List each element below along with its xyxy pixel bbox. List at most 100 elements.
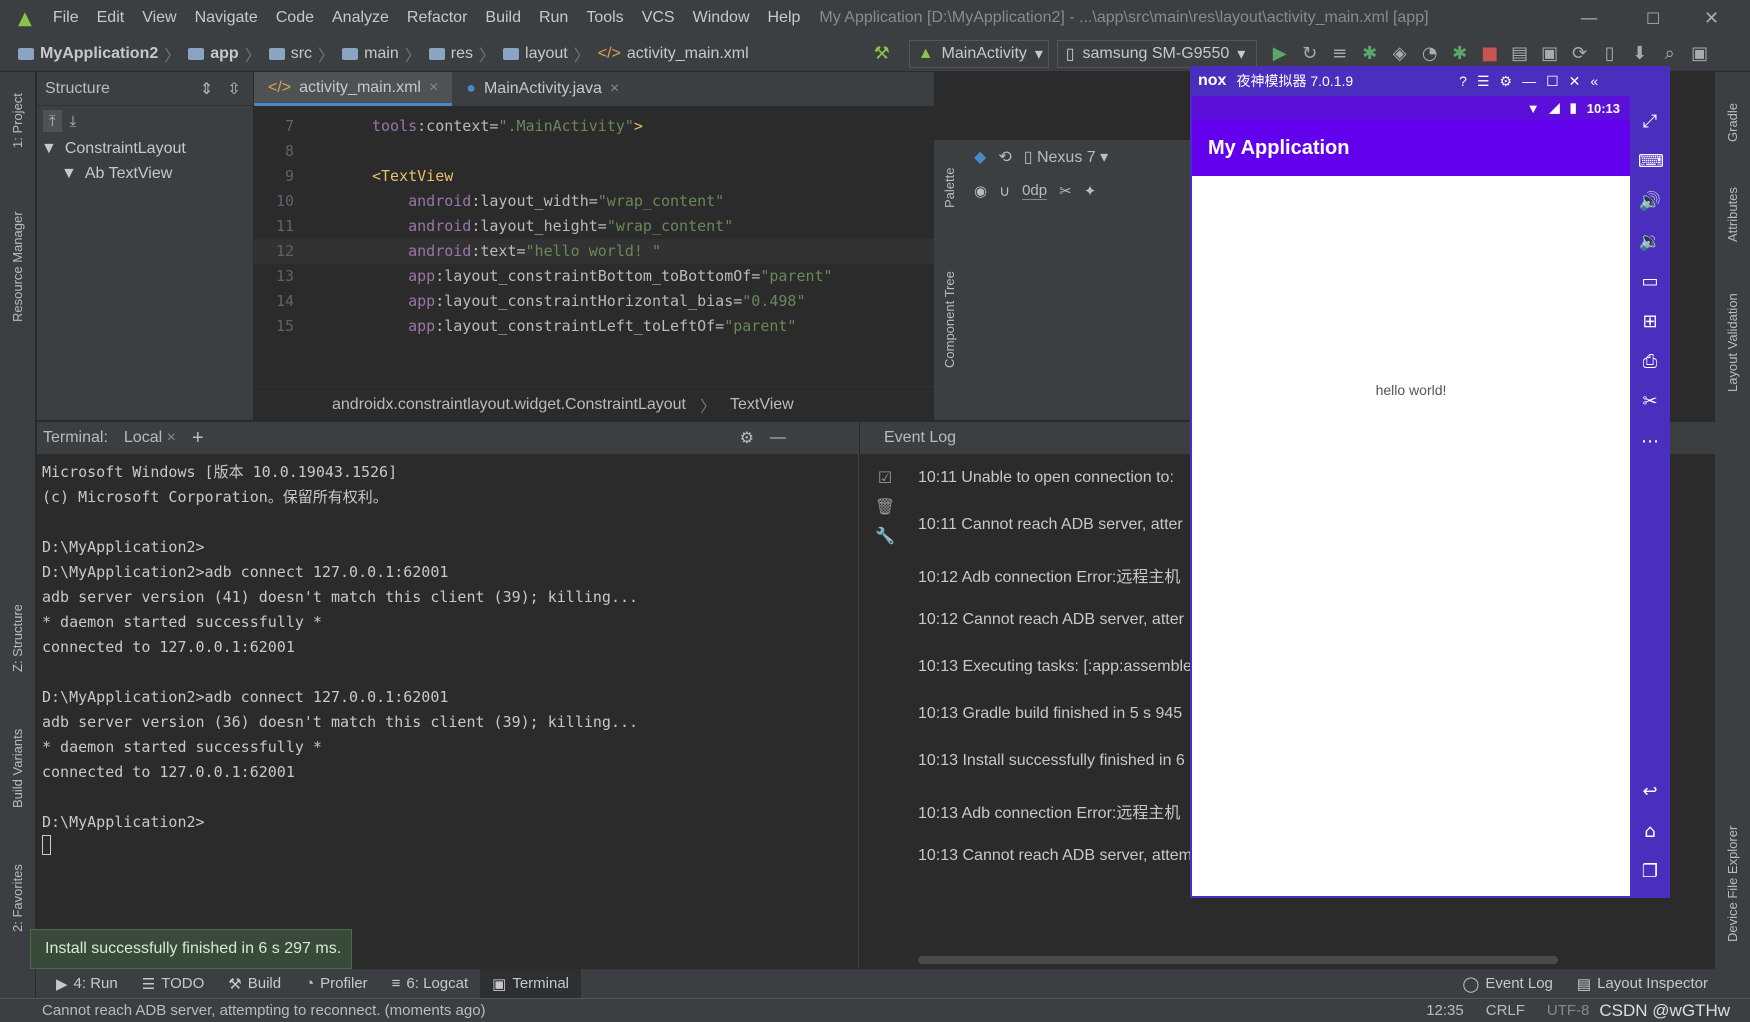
infer-constraints-icon[interactable]: ✦ bbox=[1084, 182, 1097, 200]
tool-favorites[interactable]: 2: Favorites bbox=[10, 864, 25, 932]
terminal-output[interactable]: Microsoft Windows [版本 10.0.19043.1526] (c… bbox=[37, 454, 858, 861]
apply-changes-icon[interactable]: ↻ bbox=[1295, 43, 1325, 64]
terminal-panel[interactable]: Terminal: Local × + ⚙ — Microsoft Window… bbox=[37, 422, 859, 968]
tab-profiler[interactable]: ◔ Profiler bbox=[293, 969, 380, 998]
wrench-icon[interactable]: 🔧 bbox=[870, 526, 900, 545]
attach-debugger-icon[interactable]: ✱ bbox=[1445, 43, 1475, 64]
event-log-entry[interactable]: 10:11 Cannot reach ADB server, atter bbox=[918, 516, 1183, 534]
help-icon[interactable]: ? bbox=[1459, 73, 1467, 89]
menu-refactor[interactable]: Refactor bbox=[398, 9, 476, 27]
event-log-entry[interactable]: 10:13 Adb connection Error:远程主机 bbox=[918, 799, 1180, 823]
trash-icon[interactable]: 🗑 bbox=[870, 497, 900, 516]
apk-install-icon[interactable]: ⊞ bbox=[1638, 310, 1662, 334]
event-log-entry[interactable]: 10:12 Adb connection Error:远程主机 bbox=[918, 563, 1180, 587]
menu-run[interactable]: Run bbox=[530, 9, 577, 27]
volume-down-icon[interactable]: 🔉 bbox=[1638, 230, 1662, 254]
profile-icon[interactable]: ◔ bbox=[1415, 43, 1445, 64]
code-line[interactable]: 7 tools:context=".MainActivity"> bbox=[254, 114, 934, 139]
magnet-icon[interactable]: ∪ bbox=[999, 182, 1010, 200]
expand-all-icon[interactable]: ⇕ bbox=[200, 79, 213, 99]
menu-view[interactable]: View bbox=[133, 9, 185, 27]
tab-build[interactable]: ⚒ Build bbox=[216, 969, 293, 998]
crumb-project[interactable]: MyApplication2 〉 bbox=[18, 42, 180, 66]
crumb-main[interactable]: main 〉 bbox=[342, 42, 421, 66]
code-editor[interactable]: 7 tools:context=".MainActivity"> 8 9 <TextVi… bbox=[254, 106, 934, 386]
menu-window[interactable]: Window bbox=[684, 9, 759, 27]
sort-up-icon[interactable]: ⤒ bbox=[43, 110, 62, 132]
crumb-file[interactable]: </> activity_main.xml bbox=[598, 45, 749, 63]
stop-icon[interactable]: ■ bbox=[1475, 43, 1505, 64]
status-message[interactable]: Cannot reach ADB server, attempting to r… bbox=[42, 1002, 486, 1019]
device-select[interactable]: ▯ samsung SM-G9550 ▾ bbox=[1056, 39, 1257, 68]
collapse-sidebar-icon[interactable]: « bbox=[1590, 73, 1598, 89]
code-line[interactable]: 13 app:layout_constraintBottom_toBottomO… bbox=[254, 264, 934, 289]
device-select[interactable]: ▯ Nexus 7 ▾ bbox=[1024, 147, 1108, 167]
tool-resource-manager[interactable]: Resource Manager bbox=[10, 211, 25, 322]
volume-up-icon[interactable]: 🔊 bbox=[1638, 190, 1662, 214]
menu-vcs[interactable]: VCS bbox=[633, 9, 684, 27]
code-line[interactable]: 12 android:text="hello world! " bbox=[254, 239, 934, 264]
menu-icon[interactable]: ☰ bbox=[1477, 73, 1490, 90]
keyboard-icon[interactable]: ⌨ bbox=[1638, 150, 1664, 174]
terminal-tab-local[interactable]: Local × bbox=[124, 429, 176, 447]
tab-event-log[interactable]: ◯ Event Log bbox=[1451, 969, 1565, 998]
breadcrumb-layout[interactable]: androidx.constraintlayout.widget.Constra… bbox=[332, 396, 686, 414]
crumb-res[interactable]: res 〉 bbox=[428, 42, 495, 66]
close-icon[interactable]: ✕ bbox=[1569, 73, 1581, 90]
avd-manager-icon[interactable]: ▣ bbox=[1535, 43, 1565, 64]
hide-icon[interactable]: — bbox=[770, 429, 786, 447]
sort-down-icon[interactable]: ⤓ bbox=[70, 112, 77, 130]
event-log-entry[interactable]: 10:11 Unable to open connection to: bbox=[918, 469, 1174, 487]
breadcrumb-textview[interactable]: TextView bbox=[730, 396, 794, 414]
device-manager-icon[interactable]: ▯ bbox=[1595, 43, 1625, 64]
menu-file[interactable]: File bbox=[44, 9, 88, 27]
printer-icon[interactable]: ⎙ bbox=[1638, 350, 1662, 374]
horizontal-scrollbar[interactable] bbox=[918, 956, 1558, 964]
code-line[interactable]: 8 bbox=[254, 139, 934, 164]
scissors-icon[interactable]: ✂ bbox=[1638, 390, 1662, 414]
more-icon[interactable]: ⋯ bbox=[1638, 430, 1662, 454]
mark-read-icon[interactable]: ☑ bbox=[870, 468, 900, 487]
menu-analyze[interactable]: Analyze bbox=[323, 9, 398, 27]
event-log-entry[interactable]: 10:13 Executing tasks: [:app:assemble bbox=[918, 658, 1192, 676]
home-icon[interactable]: ⌂ bbox=[1638, 820, 1662, 844]
tool-structure[interactable]: Z: Structure bbox=[10, 604, 25, 672]
hammer-icon[interactable]: ⚒ bbox=[867, 43, 897, 64]
tool-component-tree[interactable]: Component Tree bbox=[942, 271, 957, 368]
code-line[interactable]: 11 android:layout_height="wrap_content" bbox=[254, 214, 934, 239]
run-config-select[interactable]: ▲ MainActivity ▾ bbox=[908, 39, 1049, 68]
sdk-manager-icon[interactable]: ⬇ bbox=[1625, 43, 1655, 64]
close-icon[interactable]: × bbox=[429, 79, 438, 97]
tab-logcat[interactable]: ≡ 6: Logcat bbox=[380, 969, 480, 998]
event-log-entry[interactable]: 10:13 Install successfully finished in 6 bbox=[918, 752, 1185, 770]
code-line[interactable]: 9 <TextView bbox=[254, 164, 934, 189]
add-tab-icon[interactable]: + bbox=[192, 427, 204, 450]
eye-icon[interactable]: ◉ bbox=[974, 182, 987, 200]
crumb-src[interactable]: src 〉 bbox=[268, 42, 334, 66]
avatar[interactable]: ▣ bbox=[1685, 43, 1715, 64]
close-window-button[interactable]: ✕ bbox=[1704, 8, 1719, 29]
fullscreen-icon[interactable]: ⤢ bbox=[1638, 110, 1662, 134]
line-separator[interactable]: CRLF bbox=[1486, 1002, 1525, 1019]
event-log-entry[interactable]: 10:12 Cannot reach ADB server, atter bbox=[918, 611, 1184, 629]
project-structure-icon[interactable]: ▤ bbox=[1505, 43, 1535, 64]
tab-activity-main[interactable]: </> activity_main.xml × bbox=[254, 72, 453, 106]
maximize-icon[interactable]: ☐ bbox=[1546, 73, 1559, 90]
crumb-app[interactable]: app 〉 bbox=[188, 42, 261, 66]
tab-terminal[interactable]: ▣ Terminal bbox=[480, 969, 582, 998]
tool-project[interactable]: 1: Project bbox=[10, 93, 25, 148]
caret-position[interactable]: 12:35 bbox=[1426, 1002, 1464, 1019]
menu-tools[interactable]: Tools bbox=[577, 9, 632, 27]
close-icon[interactable]: × bbox=[167, 429, 176, 446]
sync-gradle-icon[interactable]: ⟳ bbox=[1565, 43, 1595, 64]
event-log-entry[interactable]: 10:13 Gradle build finished in 5 s 945 bbox=[918, 705, 1182, 723]
recents-icon[interactable]: ❐ bbox=[1638, 860, 1662, 884]
tool-attributes[interactable]: Attributes bbox=[1725, 187, 1740, 242]
tool-palette[interactable]: Palette bbox=[942, 168, 957, 208]
screen-icon[interactable]: ▭ bbox=[1638, 270, 1662, 294]
tab-todo[interactable]: ☰ TODO bbox=[130, 969, 217, 998]
tree-item-constraintlayout[interactable]: ▼ ConstraintLayout bbox=[37, 136, 253, 161]
crumb-layout[interactable]: layout 〉 bbox=[503, 42, 590, 66]
menu-navigate[interactable]: Navigate bbox=[186, 9, 267, 27]
layers-icon[interactable]: ◆ bbox=[974, 147, 986, 167]
